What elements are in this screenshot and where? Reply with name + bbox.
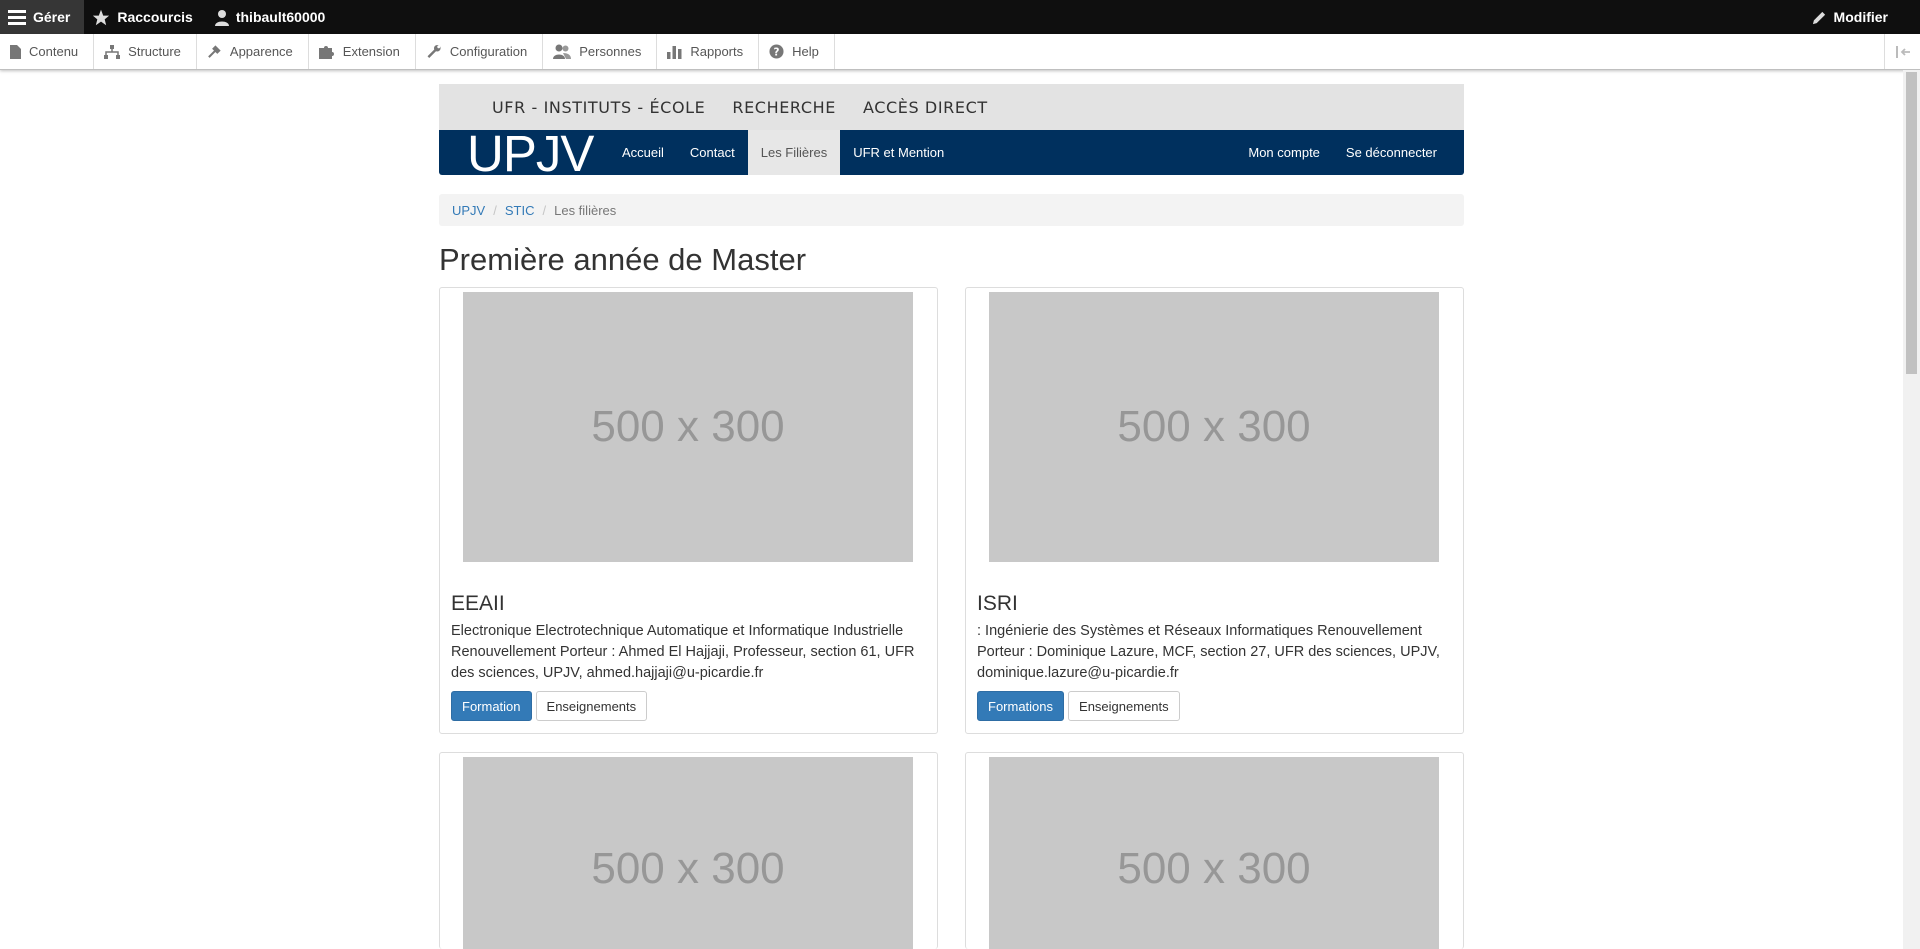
tray-item-help[interactable]: ? Help — [759, 34, 835, 69]
enseignements-button[interactable]: Enseignements — [535, 691, 648, 721]
image-size-label: 500 x 300 — [1117, 402, 1311, 451]
tray-item-extension[interactable]: Extension — [309, 34, 416, 69]
tray-item-rapports[interactable]: Rapports — [657, 34, 760, 69]
config-icon — [427, 44, 441, 58]
nav-item-logout[interactable]: Se déconnecter — [1333, 130, 1464, 175]
user-icon — [214, 9, 229, 26]
reports-icon — [667, 46, 682, 59]
help-icon: ? — [769, 44, 784, 59]
card-placeholder-3: 500 x 300 — [439, 752, 938, 949]
top-link-ufr[interactable]: UFR - INSTITUTS - ÉCOLE — [492, 98, 705, 117]
page-container: UFR - INSTITUTS - ÉCOLE RECHERCHE ACCÈS … — [439, 84, 1464, 278]
top-link-acces-direct[interactable]: ACCÈS DIRECT — [863, 98, 988, 117]
card-title: ISRI — [977, 592, 1018, 615]
edit-label: Modifier — [1833, 9, 1888, 25]
card-actions: Formations Enseignements — [977, 691, 1180, 721]
card-eeaii: 500 x 300 EEAII Electronique Electrotech… — [439, 287, 938, 734]
tray-item-structure[interactable]: Structure — [94, 34, 197, 69]
card-isri: 500 x 300 ISRI : Ingénierie des Systèmes… — [965, 287, 1464, 734]
image-size-label: 500 x 300 — [591, 402, 785, 451]
enseignements-button[interactable]: Enseignements — [1068, 691, 1180, 721]
tray-item-configuration[interactable]: Configuration — [416, 34, 544, 69]
image-size-label: 500 x 300 — [591, 843, 785, 893]
brand-text: UPJV — [467, 125, 594, 182]
card-title: EEAII — [451, 592, 505, 615]
breadcrumb-link-upjv[interactable]: UPJV — [452, 203, 485, 218]
shortcuts-button[interactable]: Raccourcis — [84, 0, 206, 34]
manage-label: Gérer — [33, 9, 71, 25]
card-image-placeholder: 500 x 300 — [989, 292, 1439, 562]
tray-label: Rapports — [690, 44, 744, 59]
formations-button[interactable]: Formations — [977, 691, 1065, 721]
star-icon — [93, 9, 110, 25]
breadcrumb-separator: / — [493, 202, 497, 218]
wrench-icon — [208, 45, 221, 58]
image-size-label: 500 x 300 — [1117, 843, 1311, 893]
collapse-icon — [1895, 45, 1910, 58]
tray-label: Extension — [342, 44, 400, 59]
nav-item-contact[interactable]: Contact — [677, 130, 748, 175]
card-description: : Ingénierie des Systèmes et Réseaux Inf… — [977, 623, 1440, 681]
tray-label: Configuration — [449, 44, 528, 59]
nav-item-filieres[interactable]: Les Filières — [747, 130, 841, 175]
shortcuts-label: Raccourcis — [117, 9, 193, 25]
card-actions: Formation Enseignements — [451, 691, 648, 721]
breadcrumb-link-stic[interactable]: STIC — [505, 203, 535, 218]
user-name: thibault60000 — [235, 9, 326, 25]
tray-label: Contenu — [29, 44, 79, 59]
page-scrollbar[interactable] — [1903, 70, 1920, 949]
manage-menu-button[interactable]: Gérer — [0, 0, 85, 34]
scrollbar-thumb[interactable] — [1906, 72, 1917, 374]
top-link-recherche[interactable]: RECHERCHE — [732, 98, 836, 117]
nav-item-mon-compte[interactable]: Mon compte — [1235, 130, 1333, 175]
admin-tray: Contenu Structure Apparence Extension Co… — [0, 34, 1920, 70]
page-title: Première année de Master — [439, 242, 807, 277]
admin-toolbar: Gérer Raccourcis thibault60000 Modifier — [0, 0, 1920, 34]
tray-item-apparence[interactable]: Apparence — [197, 34, 309, 69]
puzzle-icon — [318, 46, 334, 59]
brand-logo[interactable]: UPJV — [439, 125, 609, 182]
breadcrumb-separator: / — [542, 202, 547, 218]
user-menu-button[interactable]: thibault60000 — [207, 0, 339, 34]
tray-label: Structure — [128, 44, 181, 59]
people-icon — [553, 44, 572, 59]
breadcrumb: UPJV / STIC / Les filières — [439, 194, 1464, 226]
tray-label: Apparence — [229, 44, 293, 59]
card-description: Electronique Electrotechnique Automatiqu… — [451, 623, 915, 681]
tray-label: Help — [792, 44, 819, 59]
edit-mode-button[interactable]: Modifier — [1804, 0, 1920, 34]
nav-item-ufr-mention[interactable]: UFR et Mention — [840, 130, 957, 175]
svg-text:?: ? — [774, 47, 780, 59]
card-image-placeholder: 500 x 300 — [463, 292, 913, 562]
card-image-placeholder: 500 x 300 — [989, 757, 1439, 949]
tray-orientation-toggle[interactable] — [1884, 34, 1920, 69]
tray-label: Personnes — [579, 44, 642, 59]
hamburger-icon — [8, 10, 26, 25]
tray-item-personnes[interactable]: Personnes — [543, 34, 658, 69]
card-image-placeholder: 500 x 300 — [463, 757, 913, 949]
tray-item-contenu[interactable]: Contenu — [0, 34, 95, 69]
formation-button[interactable]: Formation — [451, 691, 532, 721]
breadcrumb-current: Les filières — [554, 202, 617, 218]
card-placeholder-4: 500 x 300 — [965, 752, 1464, 949]
pencil-icon — [1812, 11, 1825, 24]
main-navbar: UPJV Accueil Contact Les Filières UFR et… — [439, 125, 1464, 182]
structure-icon — [104, 44, 121, 59]
file-icon — [10, 44, 21, 59]
nav-item-accueil[interactable]: Accueil — [609, 130, 677, 175]
